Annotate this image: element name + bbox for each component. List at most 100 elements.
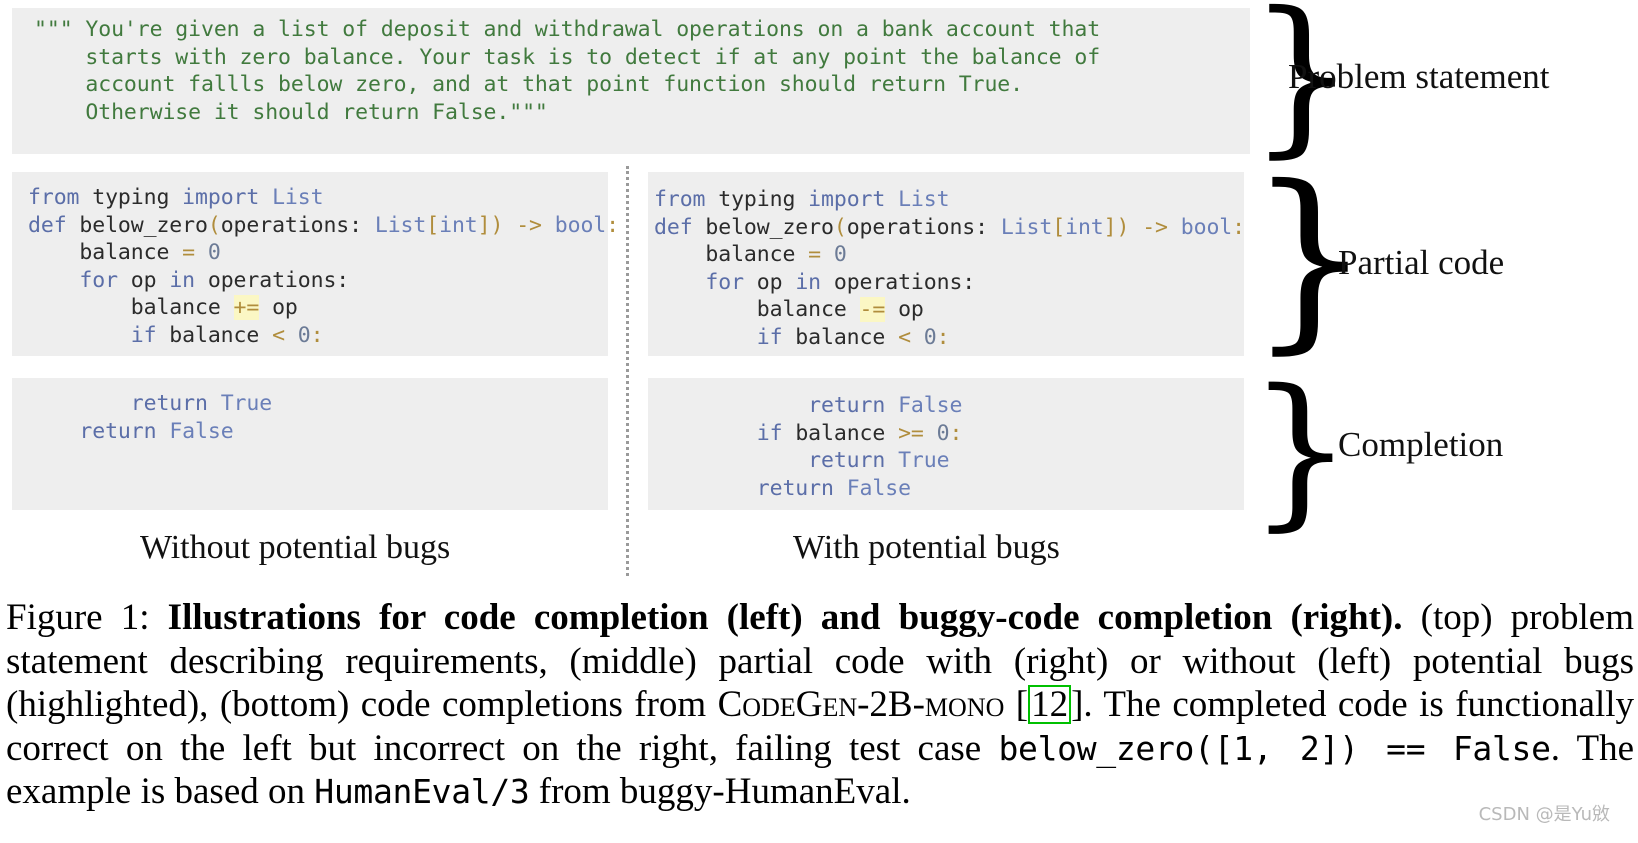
arrow-operator: -> xyxy=(1129,214,1181,240)
paren-open: ( xyxy=(207,212,221,238)
balance-update-prefix: balance xyxy=(28,295,234,320)
figure-illustration: """ You're given a list of deposit and w… xyxy=(0,0,1638,592)
var-balance-init: balance xyxy=(28,240,183,265)
keyword-return: return xyxy=(808,448,886,473)
less-than-operator: < xyxy=(898,324,911,350)
problem-statement-line-2: starts with zero balance. Your task is t… xyxy=(34,44,1101,70)
condition-number: 0 xyxy=(910,324,937,350)
partial-code-block-left: from typing import List def below_zero(o… xyxy=(12,172,619,356)
type-bool: bool xyxy=(554,212,607,238)
keyword-return: return xyxy=(808,393,886,418)
paren-open: ( xyxy=(833,214,847,240)
condition-colon: : xyxy=(936,324,950,350)
keyword-from: from xyxy=(654,187,706,212)
arrow-operator: -> xyxy=(503,212,555,238)
loop-var: op xyxy=(743,269,796,295)
colon: : xyxy=(1232,214,1245,240)
keyword-def: def xyxy=(28,212,67,238)
column-divider xyxy=(626,166,629,576)
citation-open: [ xyxy=(1004,684,1029,725)
watermark: CSDN @是Yu敓 xyxy=(1478,804,1610,825)
class-list: List xyxy=(259,185,324,210)
condition-var: balance xyxy=(782,324,899,350)
paren-close: ) xyxy=(490,212,504,238)
figure-caption-body-3: from buggy-HumanEval. xyxy=(529,771,911,812)
type-int: int xyxy=(1065,214,1104,240)
column-caption-right: With potential bugs xyxy=(793,529,1060,566)
balance-update-prefix: balance xyxy=(654,297,860,322)
number-zero: 0 xyxy=(195,240,221,265)
value-true: True xyxy=(207,391,273,416)
model-name: CodeGen-2B-mono xyxy=(717,684,1005,725)
problem-statement-block: """ You're given a list of deposit and w… xyxy=(12,8,1250,154)
equality-operator: == xyxy=(1358,728,1453,768)
loop-iterable: operations: xyxy=(195,267,350,293)
keyword-def: def xyxy=(654,214,693,240)
problem-statement-line-4: Otherwise it should return False.""" xyxy=(34,99,548,125)
condition-var: balance xyxy=(156,322,273,348)
keyword-if: if xyxy=(28,322,157,348)
keyword-return: return xyxy=(130,391,208,416)
bracket-open: [ xyxy=(426,212,440,238)
figure-caption: Figure 1: Illustrations for code complet… xyxy=(6,596,1634,814)
assign-operator: = xyxy=(808,242,821,267)
completion-block-left: return True return False xyxy=(12,378,608,510)
function-args: operations: xyxy=(220,212,375,238)
type-bool: bool xyxy=(1180,214,1233,240)
type-list: List xyxy=(374,212,427,238)
keyword-for: for xyxy=(654,269,744,295)
function-name: below_zero xyxy=(692,214,834,240)
paren-close: ) xyxy=(1116,214,1130,240)
loop-iterable: operations: xyxy=(821,269,976,295)
figure-number: Figure 1: xyxy=(6,597,150,638)
function-args: operations: xyxy=(846,214,1001,240)
section-label-problem-statement: Problem statement xyxy=(1288,57,1550,96)
keyword-import: import xyxy=(182,185,260,210)
assign-operator: = xyxy=(182,240,195,265)
loop-var: op xyxy=(117,267,170,293)
value-false: False xyxy=(833,475,911,501)
number-zero: 0 xyxy=(821,242,847,267)
section-label-completion: Completion xyxy=(1338,425,1504,464)
figure-caption-title: Illustrations for code completion (left)… xyxy=(167,597,1403,638)
keyword-return: return xyxy=(79,418,157,444)
highlighted-operator: += xyxy=(233,295,260,320)
type-list: List xyxy=(1000,214,1053,240)
keyword-in: in xyxy=(169,267,196,293)
test-case-call: below_zero([1, 2]) xyxy=(998,728,1359,768)
keyword-if: if xyxy=(756,420,783,446)
type-int: int xyxy=(439,212,478,238)
keyword-if: if xyxy=(654,324,783,350)
keyword-import: import xyxy=(808,187,886,212)
bracket-open: [ xyxy=(1052,214,1066,240)
partial-code-block-right: from typing import List def below_zero(o… xyxy=(648,172,1245,356)
module-typing: typing xyxy=(79,185,183,210)
section-label-partial-code: Partial code xyxy=(1338,243,1505,282)
condition-number: 0 xyxy=(284,322,311,348)
highlighted-operator: -= xyxy=(859,297,886,322)
less-than-operator: < xyxy=(272,322,285,348)
condition-number: 0 xyxy=(923,420,950,446)
test-case-expected: False xyxy=(1452,728,1551,768)
citation-link[interactable]: 12 xyxy=(1028,685,1072,725)
condition-colon: : xyxy=(310,322,324,348)
balance-update-suffix: op xyxy=(259,295,298,320)
keyword-in: in xyxy=(795,269,822,295)
problem-statement-line-3: account fallls below zero, and at that p… xyxy=(34,72,1023,97)
class-list: List xyxy=(885,187,950,212)
keyword-return: return xyxy=(756,475,834,501)
problem-statement-line-1: """ You're given a list of deposit and w… xyxy=(34,17,1101,42)
condition-var: balance xyxy=(782,420,899,446)
module-typing: typing xyxy=(705,187,809,212)
keyword-for: for xyxy=(28,267,118,293)
completion-block-right: return False if balance >= 0: return Tru… xyxy=(648,378,1244,510)
dataset-reference: HumanEval/3 xyxy=(314,772,530,811)
value-true: True xyxy=(885,448,950,473)
bracket-close: ] xyxy=(1103,214,1117,240)
